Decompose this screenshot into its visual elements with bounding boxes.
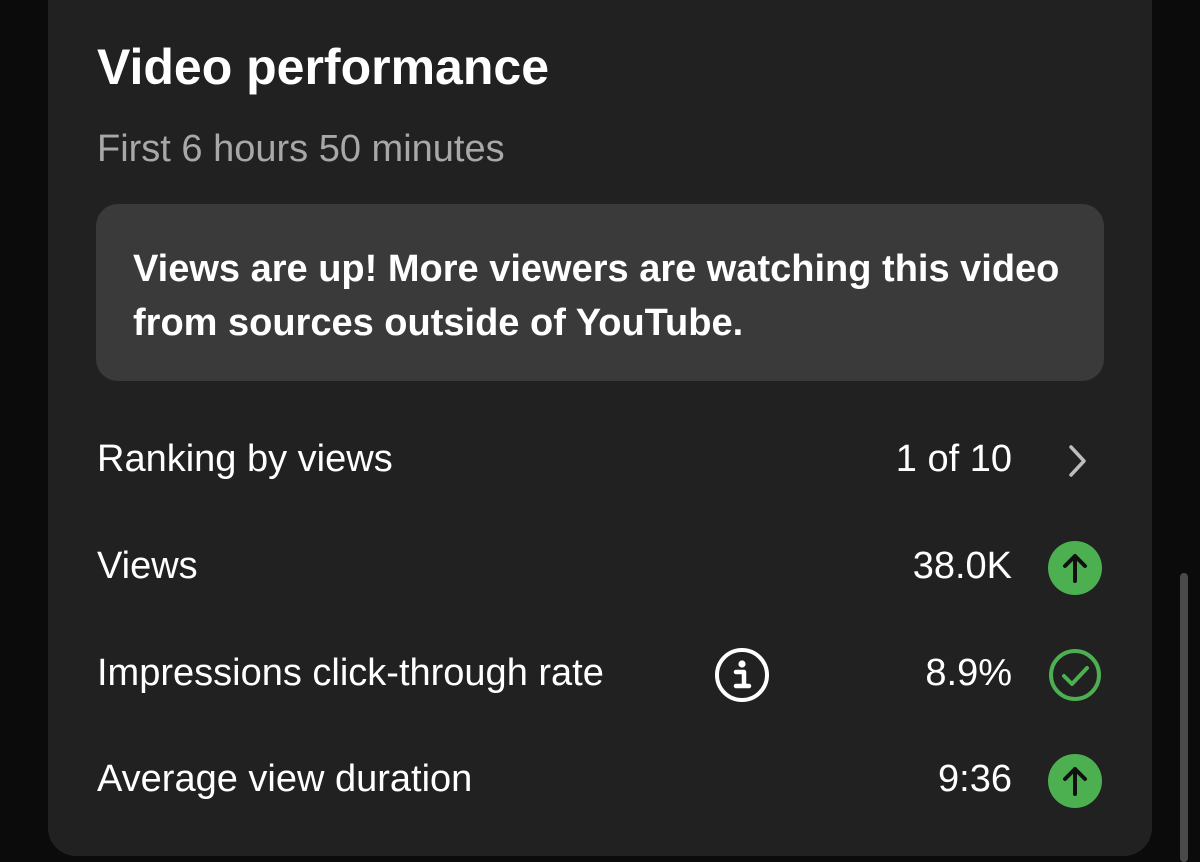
arrow-up-circle-icon <box>1048 541 1102 595</box>
insight-banner: Views are up! More viewers are watching … <box>96 204 1104 381</box>
metric-label: Views <box>97 545 198 587</box>
metric-label: Ranking by views <box>97 438 393 480</box>
metric-row-avg-duration: Average view duration 9:36 <box>96 746 1106 816</box>
insight-banner-text: Views are up! More viewers are watching … <box>133 248 1060 344</box>
metric-row-ctr: Impressions click-through rate 8.9% <box>96 640 1106 710</box>
chevron-right-icon[interactable] <box>1062 441 1092 481</box>
info-icon[interactable] <box>714 647 770 703</box>
card-subtitle: First 6 hours 50 minutes <box>97 128 505 170</box>
metric-value: 1 of 10 <box>895 438 1012 480</box>
arrow-up-circle-icon <box>1048 754 1102 808</box>
metric-value: 9:36 <box>938 758 1012 800</box>
metric-label: Impressions click-through rate <box>97 652 604 694</box>
app-screen: Video performance First 6 hours 50 minut… <box>0 0 1200 862</box>
metric-row-views: Views 38.0K <box>96 533 1106 603</box>
card-title: Video performance <box>97 39 550 95</box>
metric-value: 8.9% <box>925 652 1012 694</box>
scrollbar[interactable] <box>1180 573 1188 862</box>
metric-label: Average view duration <box>97 758 473 800</box>
metric-row-ranking[interactable]: Ranking by views 1 of 10 <box>96 426 1106 496</box>
check-circle-icon <box>1049 649 1101 701</box>
metric-value: 38.0K <box>912 545 1012 587</box>
